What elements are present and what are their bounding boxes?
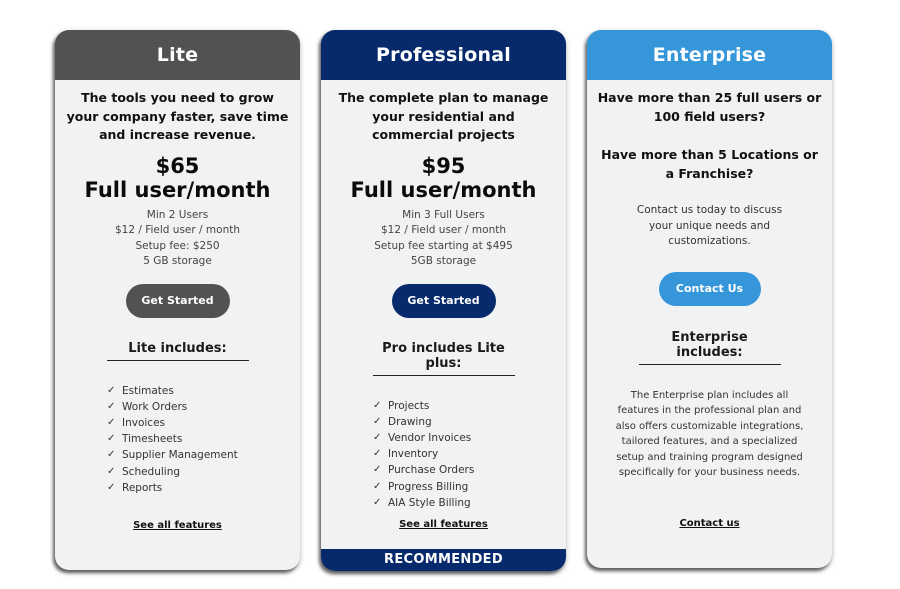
plan-detail: Min 2 Users — [146, 208, 209, 221]
contact-us-link[interactable]: Contact us — [587, 518, 832, 529]
plan-name: Professional — [376, 44, 511, 66]
plan-name: Lite — [156, 44, 199, 66]
check-icon: ✓ — [373, 464, 382, 476]
plan-header-enterprise: Enterprise — [587, 30, 832, 80]
feature-label: Estimates — [122, 384, 174, 397]
enterprise-question-users: Have more than 25 full users or 100 fiel… — [597, 90, 822, 124]
plan-detail: Setup fee starting at $495 — [374, 239, 513, 252]
feature-item: ✓ Projects — [373, 398, 566, 414]
enterprise-description: The Enterprise plan includes all feature… — [615, 389, 804, 479]
plan-detail: Setup fee: $250 — [135, 239, 220, 252]
feature-label: Timesheets — [122, 433, 183, 446]
feature-item: ✓ Scheduling — [107, 464, 300, 480]
plan-detail: $12 / Field user / month — [114, 224, 241, 236]
plan-price-unit: Full user/month — [350, 177, 537, 202]
plan-header-lite: Lite — [55, 30, 300, 80]
feature-label: Work Orders — [122, 400, 188, 413]
plan-name: Enterprise — [652, 44, 767, 66]
see-all-features-link-professional[interactable]: See all features — [321, 519, 566, 530]
feature-label: Invoices — [122, 416, 166, 429]
check-icon: ✓ — [373, 448, 382, 460]
plan-detail: $12 / Field user / month — [380, 224, 507, 236]
check-icon: ✓ — [107, 481, 116, 493]
feature-list: ✓ Estimates ✓ Work Orders ✓ Invoices ✓ Times… — [107, 383, 300, 496]
plan-detail: Min 3 Full Users — [402, 208, 485, 221]
feature-label: Inventory — [388, 448, 439, 461]
feature-item: ✓ Purchase Orders — [373, 462, 566, 478]
check-icon: ✓ — [373, 431, 382, 443]
get-started-button-lite[interactable]: Get Started — [125, 283, 230, 318]
plan-detail: 5GB storage — [410, 255, 477, 267]
plan-tagline: The tools you need to grow your company … — [66, 90, 289, 142]
feature-label: Vendor Invoices — [388, 431, 472, 444]
check-icon: ✓ — [107, 400, 116, 412]
feature-item: ✓ Estimates — [107, 383, 300, 399]
plan-detail: 5 GB storage — [143, 255, 212, 267]
plan-details: Min 3 Full Users $12 / Field user / mont… — [321, 208, 566, 270]
plan-card-lite: Lite The tools you need to grow your com… — [55, 30, 300, 570]
includes-heading: Pro includes Lite plus: — [372, 341, 515, 376]
plan-price: $95 — [421, 153, 466, 178]
feature-item: ✓ AIA Style Billing — [373, 495, 566, 511]
check-icon: ✓ — [107, 433, 116, 445]
includes-heading: Lite includes: — [106, 341, 249, 361]
feature-label: Reports — [122, 481, 163, 494]
feature-label: Progress Billing — [388, 480, 469, 493]
recommended-badge: RECOMMENDED — [321, 549, 566, 571]
check-icon: ✓ — [107, 384, 116, 396]
feature-item: ✓ Drawing — [373, 414, 566, 430]
includes-heading: Enterprise includes: — [638, 330, 781, 365]
plan-details: Min 2 Users $12 / Field user / month Set… — [55, 208, 300, 270]
feature-label: Projects — [388, 399, 430, 412]
feature-label: AIA Style Billing — [388, 496, 471, 509]
feature-item: ✓ Supplier Management — [107, 447, 300, 463]
feature-item: ✓ Timesheets — [107, 431, 300, 447]
check-icon: ✓ — [373, 415, 382, 427]
feature-item: ✓ Vendor Invoices — [373, 430, 566, 446]
plan-header-professional: Professional — [321, 30, 566, 80]
get-started-button-professional[interactable]: Get Started — [391, 283, 496, 318]
feature-label: Drawing — [388, 415, 432, 428]
feature-label: Purchase Orders — [388, 464, 475, 477]
contact-us-button[interactable]: Contact Us — [658, 271, 761, 306]
check-icon: ✓ — [107, 465, 116, 477]
enterprise-contact-text: Contact us today to discuss your unique … — [636, 204, 783, 247]
feature-item: ✓ Work Orders — [107, 399, 300, 415]
see-all-features-link-lite[interactable]: See all features — [55, 520, 300, 531]
check-icon: ✓ — [373, 399, 382, 411]
plan-card-enterprise: Enterprise Have more than 25 full users … — [587, 30, 832, 568]
check-icon: ✓ — [373, 480, 382, 492]
feature-item: ✓ Progress Billing — [373, 479, 566, 495]
plan-price: $65 — [155, 153, 200, 178]
check-icon: ✓ — [107, 449, 116, 461]
feature-label: Scheduling — [122, 465, 181, 478]
feature-item: ✓ Invoices — [107, 415, 300, 431]
plan-price-unit: Full user/month — [84, 177, 271, 202]
plan-tagline: The complete plan to manage your residen… — [338, 90, 549, 142]
check-icon: ✓ — [107, 416, 116, 428]
enterprise-question-locations: Have more than 5 Locations or a Franchis… — [601, 147, 818, 181]
feature-label: Supplier Management — [122, 449, 238, 462]
feature-item: ✓ Inventory — [373, 446, 566, 462]
feature-item: ✓ Reports — [107, 480, 300, 496]
plan-card-professional: Professional The complete plan to manage… — [321, 30, 566, 571]
check-icon: ✓ — [373, 496, 382, 508]
feature-list: ✓ Projects ✓ Drawing ✓ Vendor Invoices ✓ Inv… — [373, 398, 566, 511]
